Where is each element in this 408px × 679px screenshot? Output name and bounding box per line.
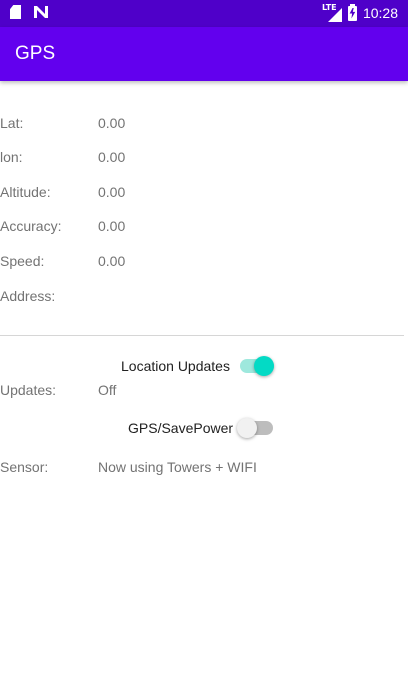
location-updates-switch[interactable] bbox=[239, 356, 274, 376]
n-notification-icon bbox=[33, 5, 49, 19]
battery-charging-icon bbox=[347, 3, 357, 21]
section-divider bbox=[0, 335, 404, 336]
speed-label: Speed: bbox=[0, 253, 45, 269]
sensor-label: Sensor: bbox=[0, 459, 49, 475]
lon-label: lon: bbox=[0, 149, 23, 165]
clock: 10:28 bbox=[362, 5, 398, 21]
lte-signal-icon: LTE bbox=[322, 3, 342, 22]
accuracy-label: Accuracy: bbox=[0, 218, 62, 234]
updates-value: Off bbox=[98, 382, 117, 398]
lat-value: 0.00 bbox=[98, 115, 126, 131]
accuracy-value: 0.00 bbox=[98, 218, 126, 234]
sensor-value: Now using Towers + WIFI bbox=[98, 459, 257, 475]
status-bar: LTE 10:28 bbox=[0, 0, 408, 27]
speed-value: 0.00 bbox=[98, 253, 126, 269]
address-label: Address: bbox=[0, 288, 56, 304]
sd-card-icon bbox=[10, 5, 21, 19]
switch-thumb bbox=[237, 418, 258, 438]
gps-savepower-switch[interactable] bbox=[237, 418, 274, 438]
location-updates-row[interactable]: Location Updates bbox=[121, 356, 274, 376]
updates-label: Updates: bbox=[0, 382, 57, 398]
gps-savepower-label: GPS/SavePower bbox=[128, 420, 234, 436]
gps-savepower-row[interactable]: GPS/SavePower bbox=[128, 418, 274, 438]
switch-thumb bbox=[253, 356, 274, 376]
altitude-label: Altitude: bbox=[0, 184, 51, 200]
lat-label: Lat: bbox=[0, 115, 24, 131]
app-title: GPS bbox=[15, 43, 56, 64]
location-updates-label: Location Updates bbox=[121, 358, 230, 374]
app-bar: GPS bbox=[0, 27, 408, 81]
lon-value: 0.00 bbox=[98, 149, 126, 165]
altitude-value: 0.00 bbox=[98, 184, 126, 200]
